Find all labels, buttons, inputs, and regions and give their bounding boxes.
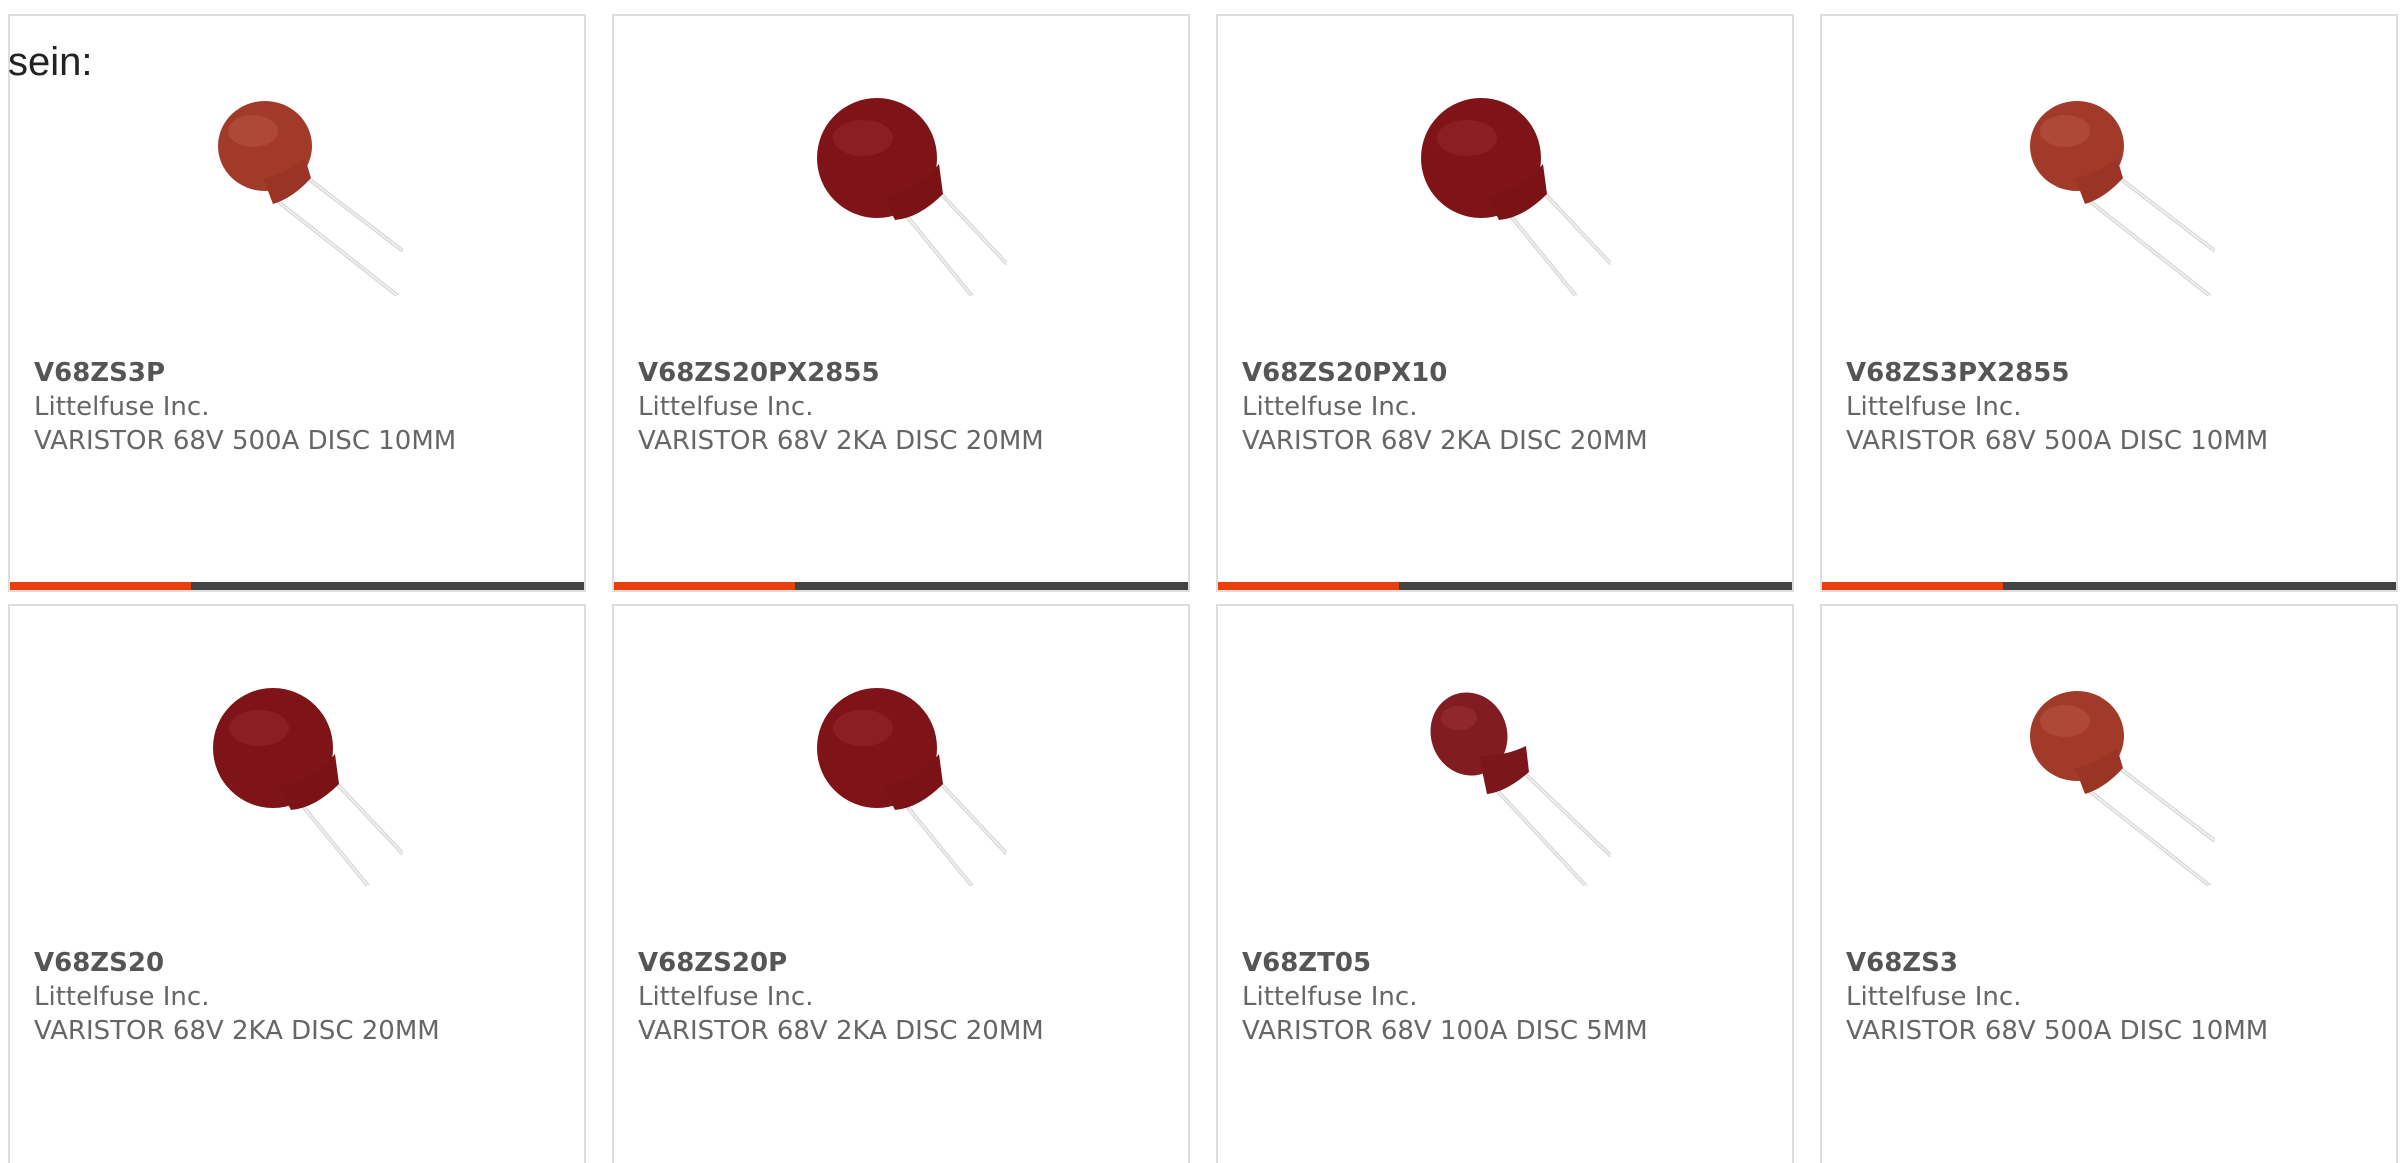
description-label: VARISTOR 68V 500A DISC 10MM (34, 426, 457, 456)
manufacturer-label: Littelfuse Inc. (638, 982, 814, 1012)
description-label: VARISTOR 68V 100A DISC 5MM (1242, 1016, 1648, 1046)
varistor-disc-brown-icon (2005, 676, 2215, 886)
product-card[interactable]: V68ZS20PX2855 Littelfuse Inc. VARISTOR 6… (612, 14, 1190, 592)
description-label: VARISTOR 68V 2KA DISC 20MM (638, 426, 1044, 456)
manufacturer-label: Littelfuse Inc. (638, 392, 814, 422)
part-number-link[interactable]: V68ZT05 (1242, 946, 1772, 980)
part-number-link[interactable]: V68ZS3PX2855 (1846, 356, 2376, 390)
product-card[interactable]: V68ZS20P Littelfuse Inc. VARISTOR 68V 2K… (612, 604, 1190, 1163)
product-card[interactable]: V68ZS3 Littelfuse Inc. VARISTOR 68V 500A… (1820, 604, 2398, 1163)
varistor-disc-brown-icon (2005, 86, 2215, 296)
product-card[interactable]: V68ZS20 Littelfuse Inc. VARISTOR 68V 2KA… (8, 604, 586, 1163)
intro-text: sein: (8, 40, 93, 84)
description-label: VARISTOR 68V 500A DISC 10MM (1846, 426, 2269, 456)
description-label: VARISTOR 68V 2KA DISC 20MM (1242, 426, 1648, 456)
progress-bar-fill (1218, 582, 1399, 590)
varistor-disc-brown-icon (193, 86, 403, 296)
manufacturer-label: Littelfuse Inc. (1846, 392, 2022, 422)
product-card[interactable]: V68ZT05 Littelfuse Inc. VARISTOR 68V 100… (1216, 604, 1794, 1163)
varistor-disc-small-icon (1401, 676, 1611, 886)
manufacturer-label: Littelfuse Inc. (1242, 982, 1418, 1012)
description-label: VARISTOR 68V 500A DISC 10MM (1846, 1016, 2269, 1046)
progress-bar-fill (614, 582, 795, 590)
description-label: VARISTOR 68V 2KA DISC 20MM (638, 1016, 1044, 1046)
part-number-link[interactable]: V68ZS20PX10 (1242, 356, 1772, 390)
progress-bar (1218, 582, 1792, 590)
part-number-link[interactable]: V68ZS3P (34, 356, 564, 390)
manufacturer-label: Littelfuse Inc. (1846, 982, 2022, 1012)
part-number-link[interactable]: V68ZS3 (1846, 946, 2376, 980)
progress-bar (1822, 582, 2396, 590)
product-card[interactable]: V68ZS3PX2855 Littelfuse Inc. VARISTOR 68… (1820, 14, 2398, 592)
manufacturer-label: Littelfuse Inc. (1242, 392, 1418, 422)
varistor-disc-large-icon (797, 86, 1007, 296)
part-number-link[interactable]: V68ZS20 (34, 946, 564, 980)
progress-bar (614, 582, 1188, 590)
product-card[interactable]: V68ZS20PX10 Littelfuse Inc. VARISTOR 68V… (1216, 14, 1794, 592)
varistor-disc-large-icon (1401, 86, 1611, 296)
description-label: VARISTOR 68V 2KA DISC 20MM (34, 1016, 440, 1046)
progress-bar-fill (10, 582, 191, 590)
product-card[interactable]: V68ZS3P Littelfuse Inc. VARISTOR 68V 500… (8, 14, 586, 592)
part-number-link[interactable]: V68ZS20P (638, 946, 1168, 980)
progress-bar-fill (1822, 582, 2003, 590)
part-number-link[interactable]: V68ZS20PX2855 (638, 356, 1168, 390)
manufacturer-label: Littelfuse Inc. (34, 982, 210, 1012)
progress-bar (10, 582, 584, 590)
product-grid: V68ZS3P Littelfuse Inc. VARISTOR 68V 500… (8, 14, 2398, 1163)
varistor-disc-large-icon (797, 676, 1007, 886)
varistor-disc-large-icon (193, 676, 403, 886)
manufacturer-label: Littelfuse Inc. (34, 392, 210, 422)
